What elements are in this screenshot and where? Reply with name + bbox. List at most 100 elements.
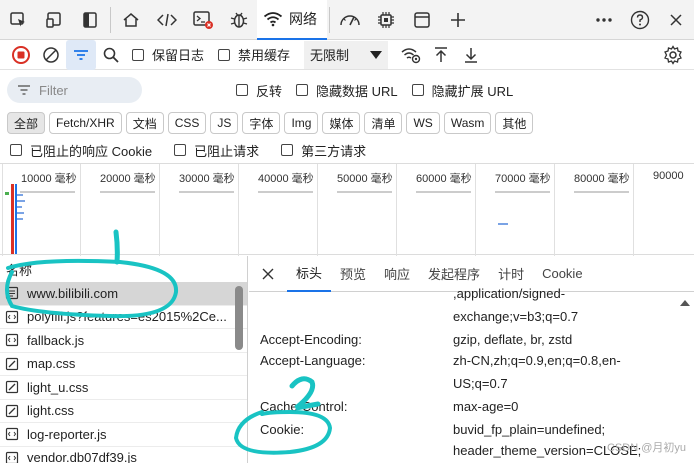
- list-item[interactable]: log-reporter.js: [0, 423, 247, 447]
- sidebar-toggle-icon[interactable]: [72, 0, 108, 40]
- timeline-tick-label: 10000 毫秒: [21, 173, 77, 185]
- type-manifest-button[interactable]: 清单: [364, 112, 403, 134]
- hide-data-url-label: 隐藏数据 URL: [316, 83, 398, 99]
- search-icon[interactable]: [96, 40, 126, 70]
- tab-headers[interactable]: 标头: [287, 256, 332, 292]
- request-list-scrollbar[interactable]: [235, 286, 243, 350]
- tab-network-label: 网络: [289, 10, 317, 27]
- header-value: ,application/signed-: [453, 286, 566, 301]
- blocked-cookies-label: 已阻止的响应 Cookie: [30, 143, 153, 159]
- console-icon[interactable]: [185, 0, 221, 40]
- type-all-button[interactable]: 全部: [7, 112, 46, 134]
- header-value: zh-CN,zh;q=0.9,en;q=0.8,en-: [453, 353, 621, 368]
- checkbox-box: [218, 48, 231, 61]
- tab-preview[interactable]: 预览: [331, 256, 375, 292]
- filter-input[interactable]: Filter: [7, 77, 142, 103]
- network-conditions-icon[interactable]: [396, 40, 426, 70]
- close-icon[interactable]: [249, 256, 287, 292]
- export-har-icon[interactable]: [456, 40, 486, 70]
- header-value: exchange;v=b3;q=0.7: [453, 309, 579, 324]
- timeline-bar: [574, 191, 629, 193]
- type-document-button[interactable]: 文档: [125, 112, 164, 134]
- blocked-cookies-checkbox[interactable]: 已阻止的响应 Cookie: [10, 141, 152, 160]
- timeline-bar: [416, 191, 471, 193]
- script-icon: [5, 428, 19, 441]
- checkbox-box: [10, 144, 22, 156]
- header-value: gzip, deflate, br, zstd: [453, 332, 573, 347]
- memory-chip-icon[interactable]: [368, 0, 404, 40]
- clear-icon[interactable]: [36, 40, 66, 70]
- inspect-icon[interactable]: [0, 0, 36, 40]
- blocked-requests-checkbox[interactable]: 已阻止请求: [174, 141, 259, 160]
- settings-gear-icon[interactable]: [658, 40, 688, 70]
- list-item[interactable]: vendor.db07df39.js: [0, 447, 247, 463]
- invert-checkbox[interactable]: 反转: [236, 81, 282, 100]
- list-item[interactable]: fallback.js: [0, 329, 247, 353]
- more-icon[interactable]: [586, 0, 622, 40]
- timeline-tick-label: 60000 毫秒: [416, 173, 472, 185]
- performance-icon[interactable]: [332, 0, 368, 40]
- stylesheet-icon: [5, 357, 19, 370]
- record-stop-icon[interactable]: [6, 40, 36, 70]
- timeline-tick-label: 70000 毫秒: [495, 173, 551, 185]
- sources-code-icon[interactable]: [149, 0, 185, 40]
- timeline-bar: [17, 206, 22, 208]
- debug-bug-icon[interactable]: [221, 0, 257, 40]
- type-ws-button[interactable]: WS: [406, 112, 440, 134]
- import-har-icon[interactable]: [426, 40, 456, 70]
- stylesheet-icon: [5, 381, 19, 394]
- type-wasm-button[interactable]: Wasm: [443, 112, 492, 134]
- disable-cache-checkbox[interactable]: 禁用缓存: [218, 45, 290, 64]
- type-font-button[interactable]: 字体: [242, 112, 281, 134]
- timeline-tick-label: 90000: [653, 170, 684, 182]
- hide-extension-url-checkbox[interactable]: 隐藏扩展 URL: [411, 81, 513, 100]
- preserve-log-checkbox[interactable]: 保留日志: [132, 45, 204, 64]
- request-name: vendor.db07df39.js: [27, 450, 137, 463]
- help-icon[interactable]: [622, 0, 658, 40]
- request-list: 名称 www.bilibili.com polyfill.js?features…: [0, 256, 248, 463]
- application-icon[interactable]: [404, 0, 440, 40]
- timeline-overview[interactable]: 10000 毫秒 20000 毫秒 30000 毫秒 40000 毫秒 5000…: [0, 163, 694, 256]
- hide-data-url-checkbox[interactable]: 隐藏数据 URL: [296, 81, 398, 100]
- preserve-log-label: 保留日志: [152, 48, 205, 63]
- third-party-checkbox[interactable]: 第三方请求: [281, 141, 366, 160]
- request-name: map.css: [27, 356, 76, 372]
- device-icon[interactable]: [36, 0, 72, 40]
- name-column-header[interactable]: 名称: [0, 256, 247, 282]
- filter-toggle-icon[interactable]: [66, 39, 96, 70]
- timeline-gridline: [396, 164, 397, 256]
- timeline-gridline: [159, 164, 160, 256]
- home-icon[interactable]: [113, 0, 149, 40]
- type-css-button[interactable]: CSS: [167, 112, 207, 134]
- type-js-button[interactable]: JS: [210, 112, 239, 134]
- add-tab-icon[interactable]: [440, 0, 476, 40]
- type-img-button[interactable]: Img: [284, 112, 319, 134]
- timeline-tick-label: 20000 毫秒: [100, 173, 156, 185]
- list-item[interactable]: map.css: [0, 353, 247, 376]
- timeline-bar: [20, 191, 75, 193]
- request-name: light.css: [27, 403, 74, 419]
- blocked-filters-row: 已阻止的响应 Cookie 已阻止请求 第三方请求: [0, 138, 694, 162]
- list-item[interactable]: light.css: [0, 400, 247, 423]
- tab-response[interactable]: 响应: [375, 256, 419, 292]
- scroll-up-arrow-icon[interactable]: [680, 300, 690, 306]
- tab-network[interactable]: 网络: [257, 0, 327, 40]
- document-icon: [5, 287, 19, 300]
- list-item[interactable]: polyfill.js?features=es2015%2Ce...: [0, 306, 247, 329]
- timeline-tick-label: 50000 毫秒: [337, 173, 393, 185]
- request-details: 标头 预览 响应 发起程序 计时 Cookie ,application/sig…: [249, 256, 694, 463]
- checkbox-box: [296, 84, 309, 96]
- header-name: Accept-Encoding:: [260, 332, 362, 347]
- checkbox-box: [281, 144, 294, 156]
- filter-row: Filter 反转 隐藏数据 URL 隐藏扩展 URL: [0, 71, 694, 109]
- throttle-select[interactable]: 无限制: [304, 40, 389, 69]
- close-icon[interactable]: [658, 0, 694, 40]
- list-item[interactable]: www.bilibili.com: [0, 282, 247, 306]
- list-item[interactable]: light_u.css: [0, 376, 247, 400]
- type-fetch-xhr-button[interactable]: Fetch/XHR: [49, 112, 122, 134]
- type-other-button[interactable]: 其他: [495, 112, 534, 134]
- watermark: CSDN @月初yu: [606, 442, 686, 454]
- timeline-bar: [179, 191, 234, 193]
- request-name: www.bilibili.com: [27, 285, 119, 301]
- type-media-button[interactable]: 媒体: [322, 112, 361, 134]
